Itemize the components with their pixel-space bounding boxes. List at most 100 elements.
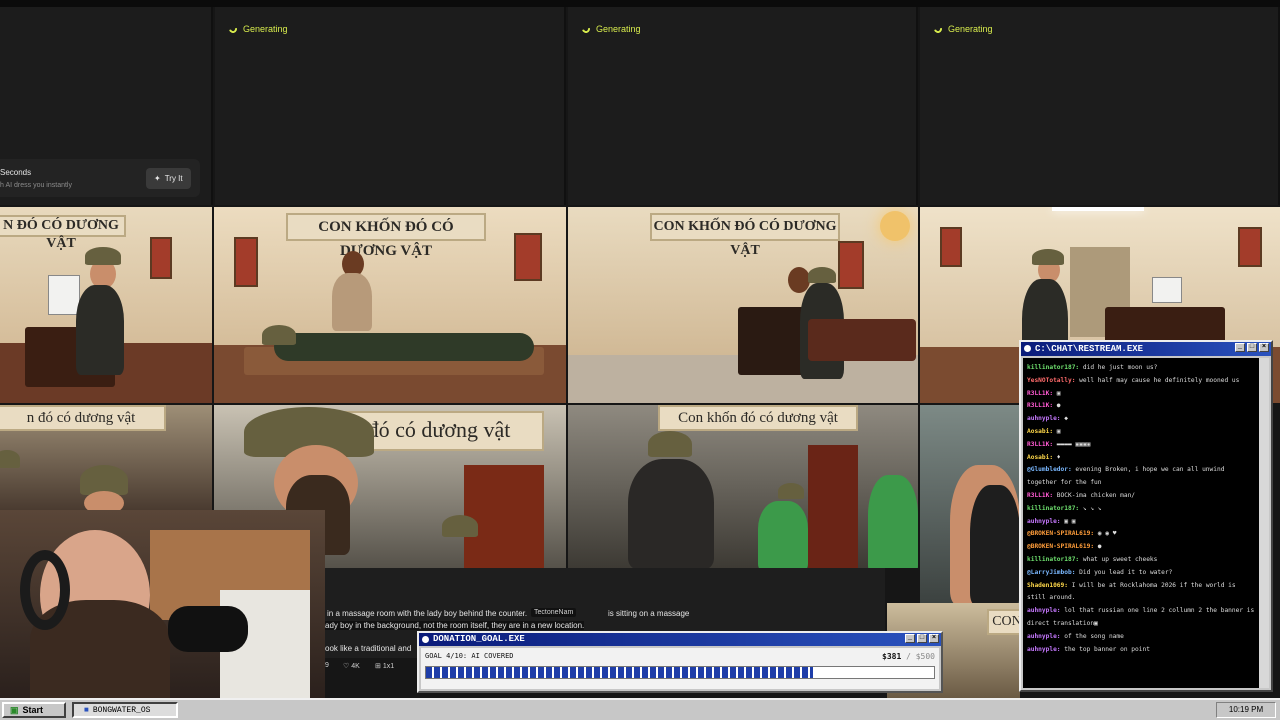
chat-text: did he just moon us? [1079, 364, 1158, 371]
generated-image-7[interactable]: Con khốn đó có dương vật [568, 405, 918, 568]
taskbar-item-bongwater[interactable]: ■ BONGWATER_OS [72, 702, 178, 718]
generation-cell-3: Generating [568, 7, 918, 205]
window-maximize-icon[interactable]: □ [917, 634, 927, 643]
chat-message: auhnyple: lol that russian one line 2 co… [1027, 605, 1255, 631]
chat-message: @BROKEN-SPIRAL619: ◉ ◉ ♥ [1027, 528, 1255, 541]
chat-username[interactable]: Aosabi: [1027, 428, 1053, 435]
chat-username[interactable]: Shaden1069: [1027, 582, 1068, 589]
chat-text: the top banner on point [1060, 645, 1150, 653]
chat-username[interactable]: YesNOTotally: [1027, 377, 1075, 384]
window-minimize-icon[interactable]: _ [1235, 343, 1245, 352]
donation-body: GOAL 4/10: AI COVERED $381 / $500 [421, 648, 939, 689]
chat-username[interactable]: Aosabi: [1027, 454, 1053, 461]
chat-text: ▣ ▣ [1060, 517, 1076, 525]
generating-status: Generating [227, 23, 288, 35]
window-close-icon[interactable]: × [1259, 343, 1269, 352]
webcam-feed [0, 510, 325, 700]
chat-message: R3LL1K: ▣ [1027, 388, 1255, 401]
chat-text: ♦ [1053, 453, 1061, 461]
generated-image-5[interactable]: n đó có dương vật [0, 405, 212, 510]
app-icon: ■ [84, 705, 89, 715]
start-label: Start [22, 705, 44, 715]
goal-progress-fill [426, 667, 814, 678]
chat-username[interactable]: @BROKEN-SPIRAL619: [1027, 543, 1094, 550]
generation-cell-1: Seconds h AI dress you instantly ✦ Try I… [0, 7, 213, 205]
aspect-ratio-badge[interactable]: ⊞ 1x1 [375, 662, 394, 670]
window-minimize-icon[interactable]: _ [905, 634, 915, 643]
prompt-line-1: in a massage room with the lady boy behi… [327, 609, 528, 618]
chat-title: C:\CHAT\RESTREAM.EXE [1035, 344, 1144, 354]
chat-username[interactable]: killinator187: [1027, 556, 1079, 563]
chat-username[interactable]: R3LL1K: [1027, 390, 1053, 397]
start-button[interactable]: ▣ Start [2, 702, 66, 718]
generating-status: Generating [580, 23, 641, 35]
generated-image-8[interactable] [920, 405, 1020, 603]
chat-scrollbar[interactable] [1259, 358, 1269, 688]
chat-message: auhnyple: ◆ [1027, 413, 1255, 426]
taskbar-item-label: BONGWATER_OS [92, 705, 151, 715]
chat-username[interactable]: auhnyple: [1027, 607, 1061, 614]
window-maximize-icon[interactable]: □ [1247, 343, 1257, 352]
generated-image-2[interactable]: CON KHỐN ĐÓ CÓ DƯƠNG VẬT [214, 207, 566, 403]
chat-username[interactable]: killinator187: [1027, 505, 1079, 512]
chat-text: ↘ ↘ ↘ [1079, 504, 1102, 512]
chat-text: what up sweet cheeks [1079, 555, 1158, 563]
donation-title-bar[interactable]: DONATION_GOAL.EXE _ □ × [419, 633, 941, 646]
app-icon [422, 636, 429, 643]
chat-username[interactable]: @Glumbledor: [1027, 466, 1072, 473]
resolution-badge[interactable]: ♡ 4K [343, 662, 360, 670]
chat-message: @BROKEN-SPIRAL619: ● [1027, 541, 1255, 554]
chat-message: Aosabi: ▣ [1027, 426, 1255, 439]
chat-username[interactable]: @LarryJimbob: [1027, 569, 1075, 576]
chat-text: ● [1053, 402, 1061, 410]
try-it-button[interactable]: ✦ Try It [146, 168, 191, 189]
chat-text: ▣ [1053, 389, 1061, 397]
chat-username[interactable]: auhnyple: [1027, 415, 1061, 422]
chat-text: Did you lead it to water? [1075, 568, 1173, 576]
image-banner: CON KHỐN ĐÓ CÓ DƯƠNG VẬT [650, 213, 840, 258]
generated-image-3[interactable]: CON KHỐN ĐÓ CÓ DƯƠNG VẬT [568, 207, 918, 403]
chat-username[interactable]: killinator187: [1027, 364, 1079, 371]
chat-text: ● [1094, 543, 1102, 551]
chat-messages[interactable]: killinator187: did he just moon us? YesNO… [1023, 358, 1259, 688]
chat-username[interactable]: R3LL1K: [1027, 492, 1053, 499]
chat-message: Aosabi: ♦ [1027, 452, 1255, 465]
chat-message: R3LL1K: ▬▬▬▬ ▣▣▣▣ [1027, 439, 1255, 452]
generated-image-1[interactable]: N ĐÓ CÓ DƯƠNG VẬT [0, 207, 212, 403]
chat-text: of the song name [1060, 632, 1124, 640]
prompt-line-1-end: is sitting on a massage [608, 609, 690, 618]
image-banner: CON KHỐN ĐÓ CÓ DƯƠNG VẬT [286, 213, 486, 259]
sparkle-icon: ✦ [154, 174, 161, 183]
mention-chip[interactable]: TectoneNam [531, 608, 577, 617]
image-banner: n đó có dương vật [0, 405, 166, 431]
chat-message: killinator187: what up sweet cheeks [1027, 554, 1255, 567]
chat-message: YesNOTotally: well half may cause he def… [1027, 375, 1255, 388]
desktop: Seconds h AI dress you instantly ✦ Try I… [0, 0, 1280, 720]
generation-cell-2: Generating [215, 7, 566, 205]
generating-label: Generating [948, 24, 993, 34]
chat-username[interactable]: auhnyple: [1027, 633, 1061, 640]
chat-username[interactable]: auhnyple: [1027, 646, 1061, 653]
spinner-icon [227, 23, 239, 35]
chat-text: BOCK-ima chicken man/ [1053, 491, 1136, 499]
image-banner: CON [987, 609, 1020, 635]
generating-label: Generating [596, 24, 641, 34]
promo-card: Seconds h AI dress you instantly ✦ Try I… [0, 159, 200, 197]
image-banner: Con khốn đó có dương vật [658, 405, 858, 431]
chat-message: R3LL1K: ● [1027, 400, 1255, 413]
chat-text: ◆ [1060, 415, 1068, 423]
top-strip [0, 0, 1280, 7]
window-close-icon[interactable]: × [929, 634, 939, 643]
prompt-line-2: ady boy in the background, not the room … [325, 621, 585, 630]
chat-message: auhnyple: the top banner on point [1027, 644, 1255, 657]
goal-amount: $381 / $500 [882, 652, 935, 661]
chat-title-bar[interactable]: C:\CHAT\RESTREAM.EXE _ □ × [1021, 342, 1271, 356]
chat-username[interactable]: @BROKEN-SPIRAL619: [1027, 530, 1094, 537]
chat-username[interactable]: auhnyple: [1027, 518, 1061, 525]
chat-username[interactable]: R3LL1K: [1027, 402, 1053, 409]
goal-label: GOAL 4/10: AI COVERED [425, 652, 514, 660]
meta-count: 9 [325, 662, 329, 669]
image-banner: N ĐÓ CÓ DƯƠNG VẬT [0, 215, 126, 251]
chat-username[interactable]: R3LL1K: [1027, 441, 1053, 448]
chat-text: ▣ [1053, 427, 1061, 435]
